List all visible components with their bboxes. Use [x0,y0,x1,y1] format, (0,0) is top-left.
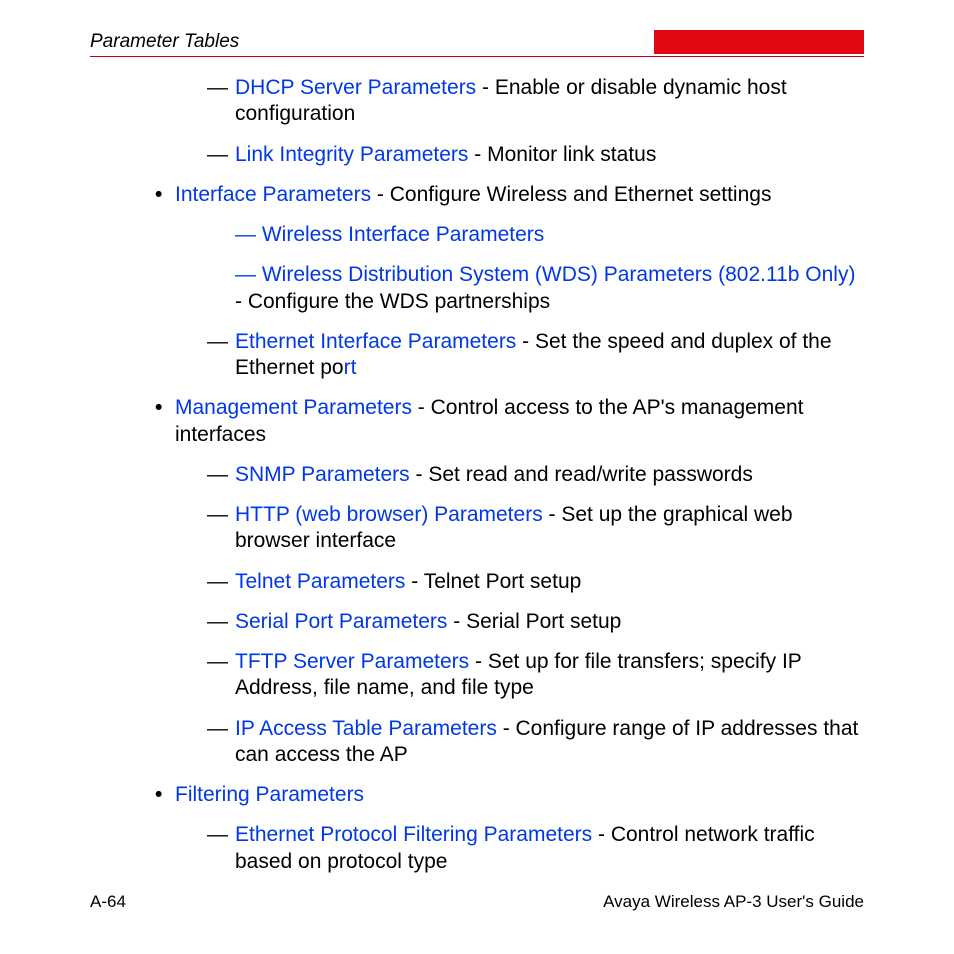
link-telnet-parameters[interactable]: Telnet Parameters [235,570,405,593]
bullet-icon: • [155,182,175,208]
link-http-parameters[interactable]: HTTP (web browser) Parameters [235,503,543,526]
link-ip-access-table-parameters[interactable]: IP Access Table Parameters [235,717,497,740]
bullet-icon: • [155,395,175,448]
content-body: — DHCP Server Parameters - Enable or dis… [90,75,864,875]
link-ethernet-interface-parameters[interactable]: Ethernet Interface Parameters [235,330,516,353]
list-item: — HTTP (web browser) Parameters - Set up… [207,502,864,555]
link-interface-parameters[interactable]: Interface Parameters [175,183,371,206]
document-title: Avaya Wireless AP-3 User's Guide [603,892,864,912]
link-management-parameters[interactable]: Management Parameters [175,396,412,419]
link-wireless-interface-parameters[interactable]: — Wireless Interface Parameters [235,223,544,246]
list-item: — IP Access Table Parameters - Configure… [207,716,864,769]
text: - Set read and read/write passwords [410,463,753,486]
dash-icon [207,222,235,248]
list-item: — Link Integrity Parameters - Monitor li… [207,142,864,168]
dash-icon [207,262,235,315]
link-serial-port-parameters[interactable]: Serial Port Parameters [235,610,447,633]
list-item: — Ethernet Interface Parameters - Set th… [207,329,864,382]
text: - Configure Wireless and Ethernet settin… [371,183,771,206]
page-footer: A-64 Avaya Wireless AP-3 User's Guide [90,892,864,912]
dash-icon: — [207,569,235,595]
link-dhcp-server-parameters[interactable]: DHCP Server Parameters [235,76,476,99]
list-item: — Serial Port Parameters - Serial Port s… [207,609,864,635]
list-item: — Telnet Parameters - Telnet Port setup [207,569,864,595]
list-item: — SNMP Parameters - Set read and read/wr… [207,462,864,488]
text-rt: rt [344,356,357,379]
dash-icon: — [207,649,235,702]
link-ethernet-protocol-filtering-parameters[interactable]: Ethernet Protocol Filtering Parameters [235,823,592,846]
list-item: — Wireless Interface Parameters [207,222,864,248]
text: - Serial Port setup [447,610,621,633]
list-item: — TFTP Server Parameters - Set up for fi… [207,649,864,702]
list-item: • Management Parameters - Control access… [155,395,864,448]
dash-icon: — [207,329,235,382]
list-item: — Ethernet Protocol Filtering Parameters… [207,822,864,875]
text: - Configure the WDS partnerships [235,290,550,313]
header-red-bar [654,30,864,54]
page-header: Parameter Tables [90,30,864,57]
list-item: • Interface Parameters - Configure Wirel… [155,182,864,208]
list-item: • Filtering Parameters [155,782,864,808]
header-title: Parameter Tables [90,31,239,53]
link-wds-parameters[interactable]: — Wireless Distribution System (WDS) Par… [235,263,855,286]
page-number: A-64 [90,892,126,912]
dash-icon: — [207,822,235,875]
list-item: — Wireless Distribution System (WDS) Par… [207,262,864,315]
dash-icon: — [207,716,235,769]
link-snmp-parameters[interactable]: SNMP Parameters [235,463,410,486]
dash-icon: — [207,609,235,635]
bullet-icon: • [155,782,175,808]
link-tftp-server-parameters[interactable]: TFTP Server Parameters [235,650,469,673]
link-filtering-parameters[interactable]: Filtering Parameters [175,783,364,806]
text: - Monitor link status [468,143,656,166]
text: - Telnet Port setup [405,570,581,593]
dash-icon: — [207,502,235,555]
dash-icon: — [207,142,235,168]
link-link-integrity-parameters[interactable]: Link Integrity Parameters [235,143,468,166]
list-item: — DHCP Server Parameters - Enable or dis… [207,75,864,128]
dash-icon: — [207,75,235,128]
dash-icon: — [207,462,235,488]
